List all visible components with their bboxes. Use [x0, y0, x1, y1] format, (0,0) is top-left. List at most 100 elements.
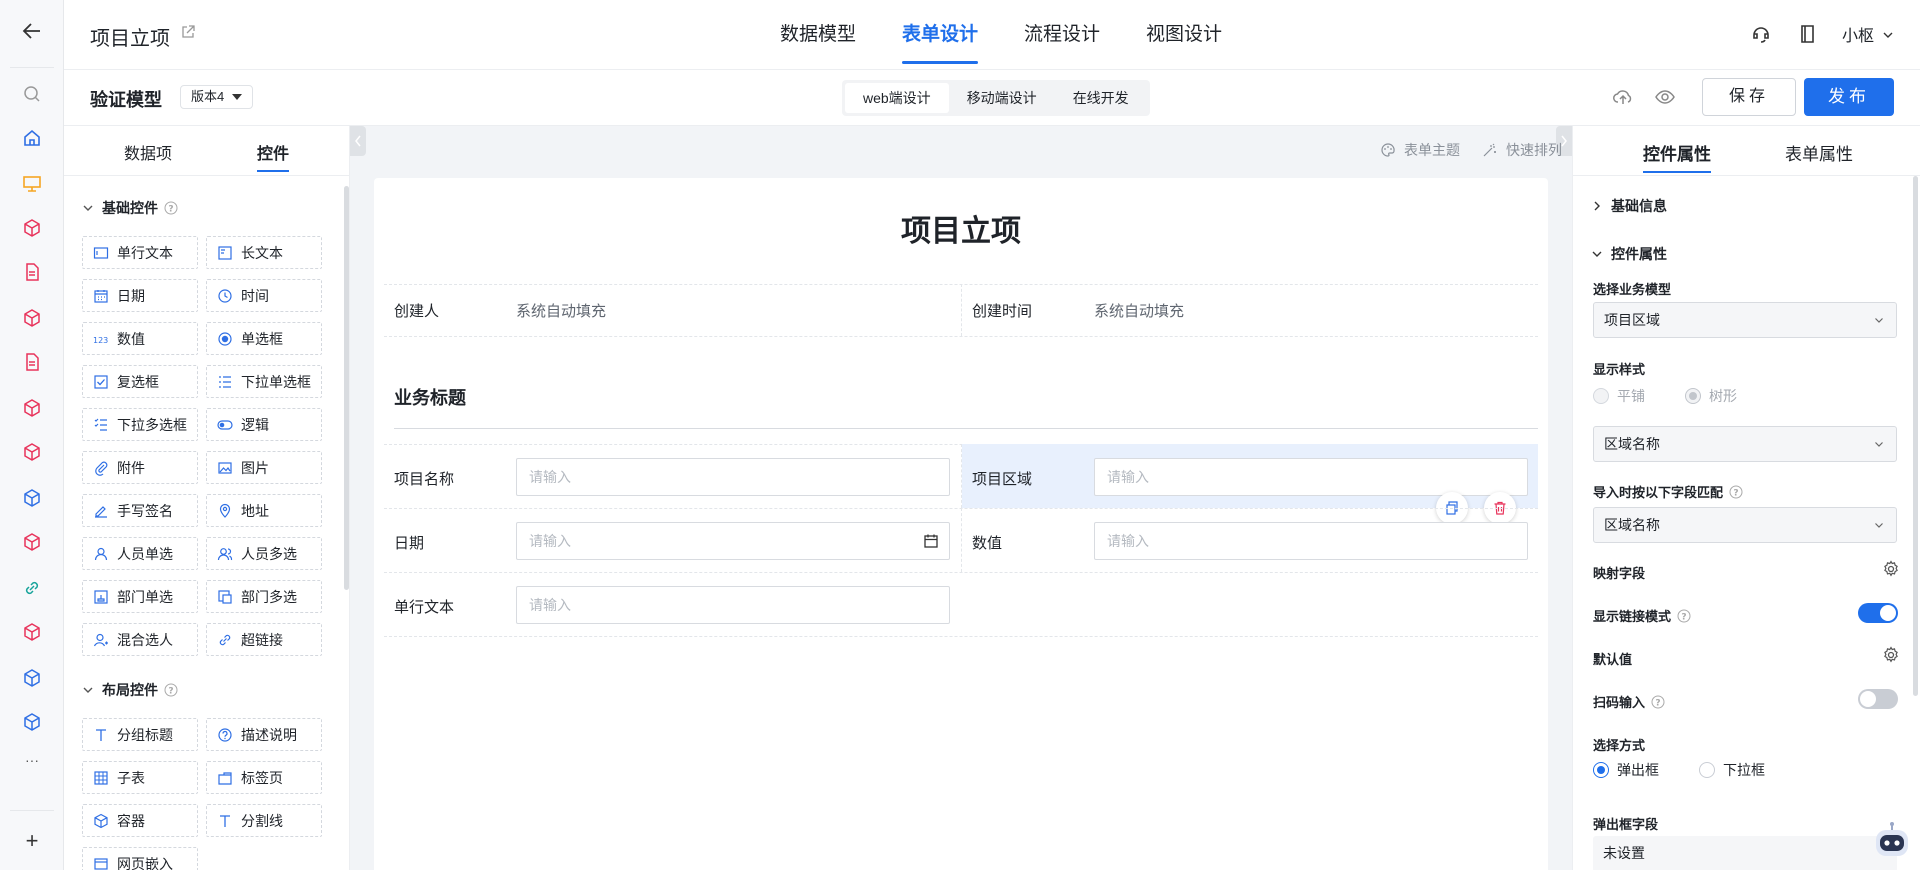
mode-web[interactable]: web端设计: [845, 83, 949, 113]
control-container[interactable]: 容器: [82, 804, 198, 837]
radio-dropdown[interactable]: [1699, 762, 1715, 778]
scan-input-switch[interactable]: [1858, 689, 1898, 709]
external-link-icon[interactable]: [180, 24, 196, 40]
form-theme-button[interactable]: 表单主题: [1380, 140, 1460, 160]
date-input[interactable]: 请输入: [516, 522, 950, 560]
help-icon[interactable]: ?: [1729, 485, 1743, 499]
radio-tree[interactable]: [1685, 388, 1701, 404]
cube-icon[interactable]: [22, 398, 42, 418]
display-field-select[interactable]: 区域名称: [1593, 426, 1897, 462]
control-hyperlink[interactable]: 超链接: [206, 623, 322, 656]
add-icon[interactable]: +: [20, 828, 44, 854]
tab-data-items[interactable]: 数据项: [124, 140, 172, 164]
tab-form-properties[interactable]: 表单属性: [1785, 140, 1853, 165]
cube-icon[interactable]: [22, 668, 42, 688]
tab-control-properties[interactable]: 控件属性: [1643, 140, 1711, 173]
search-icon[interactable]: [22, 84, 42, 104]
tab-controls[interactable]: 控件: [257, 140, 290, 172]
gear-icon[interactable]: [1882, 646, 1900, 664]
control-logic[interactable]: 逻辑: [206, 408, 322, 441]
control-user-multi[interactable]: 人员多选: [206, 537, 322, 570]
help-icon[interactable]: ?: [164, 201, 178, 215]
layout-controls-header[interactable]: 布局控件 ?: [82, 680, 178, 700]
save-button[interactable]: 保存: [1702, 78, 1796, 116]
mode-online-dev[interactable]: 在线开发: [1055, 83, 1147, 113]
control-group-title[interactable]: 分组标题: [82, 718, 198, 751]
control-dropdown-multi[interactable]: 下拉多选框: [82, 408, 198, 441]
more-icon[interactable]: ···: [22, 752, 42, 768]
help-icon[interactable]: ?: [1677, 609, 1691, 623]
link-icon[interactable]: [22, 578, 42, 598]
control-number[interactable]: 123 数值: [82, 322, 198, 355]
project-name-input[interactable]: 请输入: [516, 458, 950, 496]
document-icon[interactable]: [22, 352, 42, 372]
control-attachment[interactable]: 附件: [82, 451, 198, 484]
radio-popup[interactable]: [1593, 762, 1609, 778]
basic-info-section[interactable]: 基础信息: [1591, 196, 1667, 216]
radio-flat[interactable]: [1593, 388, 1609, 404]
book-icon[interactable]: [1796, 23, 1818, 45]
number-input[interactable]: 请输入: [1094, 522, 1528, 560]
presentation-icon[interactable]: [22, 174, 42, 194]
mode-mobile[interactable]: 移动端设计: [949, 83, 1055, 113]
control-time[interactable]: 时间: [206, 279, 322, 312]
cube-icon[interactable]: [22, 532, 42, 552]
left-panel-scrollbar[interactable]: [344, 186, 349, 590]
form-title[interactable]: 项目立项: [374, 206, 1548, 250]
single-text-input[interactable]: 请输入: [516, 586, 950, 624]
gear-icon[interactable]: [1882, 560, 1900, 578]
biz-model-select[interactable]: 项目区域: [1593, 302, 1897, 338]
chevron-down-icon[interactable]: [1882, 28, 1894, 40]
collapse-left-handle[interactable]: [350, 126, 366, 156]
assistant-robot-icon[interactable]: [1870, 820, 1914, 864]
tab-data-model[interactable]: 数据模型: [780, 0, 856, 70]
control-dept-multi[interactable]: 部门多选: [206, 580, 322, 613]
cube-icon[interactable]: [22, 712, 42, 732]
control-signature[interactable]: 手写签名: [82, 494, 198, 527]
control-divider[interactable]: 分割线: [206, 804, 322, 837]
home-icon[interactable]: [22, 128, 42, 148]
section-title[interactable]: 业务标题: [394, 384, 466, 410]
help-icon[interactable]: ?: [164, 683, 178, 697]
right-panel-scrollbar[interactable]: [1913, 176, 1918, 696]
control-image[interactable]: 图片: [206, 451, 322, 484]
project-area-input[interactable]: 请输入: [1094, 458, 1528, 496]
cube-icon[interactable]: [22, 308, 42, 328]
control-checkbox[interactable]: 复选框: [82, 365, 198, 398]
control-long-text[interactable]: 长文本: [206, 236, 322, 269]
tab-flow-design[interactable]: 流程设计: [1024, 0, 1100, 70]
control-web-embed[interactable]: 网页嵌入: [82, 847, 198, 870]
quick-arrange-button[interactable]: 快速排列: [1482, 140, 1562, 160]
eye-icon[interactable]: [1654, 86, 1676, 108]
control-single-text[interactable]: 单行文本: [82, 236, 198, 269]
control-radio[interactable]: 单选框: [206, 322, 322, 355]
control-tabs[interactable]: 标签页: [206, 761, 322, 794]
calendar-icon[interactable]: [923, 533, 939, 549]
cube-icon[interactable]: [22, 488, 42, 508]
control-dropdown-single[interactable]: 下拉单选框: [206, 365, 322, 398]
cube-icon[interactable]: [22, 622, 42, 642]
control-address[interactable]: 地址: [206, 494, 322, 527]
control-date[interactable]: 日期: [82, 279, 198, 312]
cloud-upload-icon[interactable]: [1612, 86, 1634, 108]
back-arrow-icon[interactable]: [18, 20, 46, 48]
control-subtable[interactable]: 子表: [82, 761, 198, 794]
help-icon[interactable]: ?: [1651, 695, 1665, 709]
cube-icon[interactable]: [22, 442, 42, 462]
version-select[interactable]: 版本4: [180, 85, 254, 109]
control-props-section[interactable]: 控件属性: [1591, 244, 1667, 264]
popup-fields-value[interactable]: 未设置: [1593, 836, 1897, 870]
show-link-switch[interactable]: [1858, 603, 1898, 623]
control-description[interactable]: 描述说明: [206, 718, 322, 751]
publish-button[interactable]: 发布: [1804, 78, 1894, 116]
document-icon[interactable]: [22, 262, 42, 282]
control-mixed-select[interactable]: 混合选人: [82, 623, 198, 656]
tab-form-design[interactable]: 表单设计: [902, 0, 979, 70]
headset-icon[interactable]: [1750, 23, 1772, 45]
cube-icon[interactable]: [22, 218, 42, 238]
control-dept-single[interactable]: 部门单选: [82, 580, 198, 613]
tab-view-design[interactable]: 视图设计: [1146, 0, 1222, 70]
user-name[interactable]: 小枢: [1842, 22, 1874, 46]
import-match-select[interactable]: 区域名称: [1593, 507, 1897, 543]
basic-controls-header[interactable]: 基础控件 ?: [82, 198, 178, 218]
